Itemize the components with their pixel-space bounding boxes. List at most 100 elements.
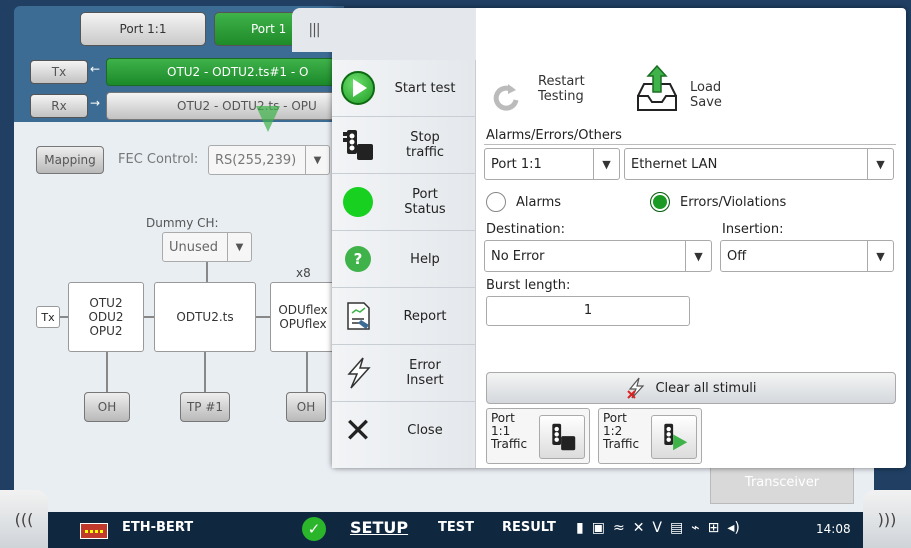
stop-traffic-label: Stop traffic xyxy=(405,130,445,160)
burst-length-label: Burst length: xyxy=(486,278,571,293)
burst-length-input[interactable]: 1 xyxy=(486,296,690,326)
chevron-down-icon: ▼ xyxy=(867,241,893,271)
help-icon: ? xyxy=(340,241,376,277)
load-save-icon[interactable] xyxy=(634,64,680,114)
clear-all-stimuli-button[interactable]: Clear all stimuli xyxy=(486,372,896,404)
report-label: Report xyxy=(403,308,447,324)
fec-control-select[interactable]: RS(255,239) ▼ xyxy=(208,145,330,175)
odu2-label: ODU2 xyxy=(88,310,124,324)
fec-control-label: FEC Control: xyxy=(118,152,199,167)
insertion-select[interactable]: Off ▼ xyxy=(720,240,894,272)
otu2-label: OTU2 xyxy=(89,296,123,310)
dummy-ch-select[interactable]: Unused ▼ xyxy=(162,232,252,262)
oh-button-2[interactable]: OH xyxy=(286,392,326,422)
tp1-button[interactable]: TP #1 xyxy=(180,392,230,422)
rx-signal-bar[interactable]: OTU2 - ODTU2.ts - OPU xyxy=(106,92,336,120)
tab-setup[interactable]: SETUP xyxy=(350,518,408,537)
otu2-box[interactable]: OTU2 ODU2 OPU2 xyxy=(68,282,144,352)
lightning-icon xyxy=(340,355,376,391)
close-label: Close xyxy=(407,423,443,438)
tab-test[interactable]: TEST xyxy=(438,520,474,535)
port-1-1-traffic-label: Port 1:1 Traffic xyxy=(491,411,528,451)
restart-testing-button[interactable]: Restart Testing xyxy=(538,74,598,104)
wifi-icon: ≈ xyxy=(612,520,625,536)
mapping-button[interactable]: Mapping xyxy=(36,146,104,174)
opu2-label: OPU2 xyxy=(89,324,123,338)
oduflex-label: ODUflex xyxy=(278,303,328,317)
error-insert-content: Restart Testing Load Save Alarms/Errors/… xyxy=(476,8,906,468)
tx-button[interactable]: Tx xyxy=(30,60,88,84)
dummy-ch-value: Unused xyxy=(169,239,219,255)
help-button[interactable]: ? Help xyxy=(332,231,476,288)
rx-arrow-icon: → xyxy=(90,96,101,110)
remote-icon: ▤ xyxy=(670,520,684,536)
oduflex-box[interactable]: ODUflex OPUflex xyxy=(270,282,336,352)
port-1-1-traffic-button[interactable]: Port 1:1 Traffic xyxy=(486,408,590,464)
tx-signal-bar[interactable]: OTU2 - ODTU2.ts#1 - O xyxy=(106,58,336,86)
section-title: Alarms/Errors/Others xyxy=(486,128,622,143)
insertion-value: Off xyxy=(727,248,747,264)
tab-result[interactable]: RESULT xyxy=(502,520,556,535)
connector-line xyxy=(204,352,206,392)
stop-traffic-button[interactable]: Stop traffic xyxy=(332,117,476,174)
test-control-panel: Start test Stop traffic Port Status ? He… xyxy=(332,8,906,468)
radio-alarms[interactable]: Alarms xyxy=(486,192,561,212)
rx-button[interactable]: Rx xyxy=(30,94,88,118)
menu-header xyxy=(332,8,476,60)
side-menu: Start test Stop traffic Port Status ? He… xyxy=(332,60,476,468)
close-button[interactable]: ✕ Close xyxy=(332,402,476,459)
layer-select[interactable]: Ethernet LAN ▼ xyxy=(624,148,894,180)
play-icon xyxy=(340,70,376,106)
nav-left-button[interactable]: ((( xyxy=(0,490,48,548)
radio-errors-dot xyxy=(650,192,670,212)
port-status-label: Port Status xyxy=(404,187,446,217)
load-save-button[interactable]: Load Save xyxy=(690,80,730,110)
network-icon: ⊞ xyxy=(707,520,720,536)
radio-alarms-label: Alarms xyxy=(516,194,562,210)
bluetooth-icon: ✕ xyxy=(632,520,645,536)
port-select-value: Port 1:1 xyxy=(491,156,542,172)
connector-line xyxy=(144,316,154,318)
port-select[interactable]: Port 1:1 ▼ xyxy=(484,148,620,180)
port-1-2-traffic-button[interactable]: Port 1:2 Traffic xyxy=(598,408,702,464)
dummy-ch-label: Dummy CH: xyxy=(146,216,219,230)
system-tray: ▮ ▣ ≈ ✕ V ▤ ⌁ ⊞ ◂) xyxy=(576,520,740,536)
chevron-down-icon: ▼ xyxy=(305,146,329,174)
restart-icon[interactable] xyxy=(490,80,524,114)
port-1-2-traffic-label: Port 1:2 Traffic xyxy=(603,411,640,451)
port-status-button[interactable]: Port Status xyxy=(332,174,476,231)
clear-stimuli-icon xyxy=(627,377,645,399)
close-icon: ✕ xyxy=(343,410,373,451)
report-button[interactable]: Report xyxy=(332,288,476,345)
tx-port-box: Tx xyxy=(36,306,60,328)
left-panel-handle-icon[interactable]: ||| xyxy=(292,8,336,52)
usb-icon: ⌁ xyxy=(691,520,700,536)
destination-select[interactable]: No Error ▼ xyxy=(484,240,712,272)
radio-alarms-dot xyxy=(486,192,506,212)
error-insert-button[interactable]: Error Insert xyxy=(332,345,476,402)
volume-icon: ◂) xyxy=(727,520,740,536)
radio-errors-violations[interactable]: Errors/Violations xyxy=(650,192,786,212)
tab-port-1[interactable]: Port 1 xyxy=(214,12,304,46)
chevron-down-icon: ▼ xyxy=(227,233,251,261)
opuflex-label: OPUflex xyxy=(279,317,327,331)
tab-port-1-1[interactable]: Port 1:1 xyxy=(80,12,206,46)
app-name: ETH-BERT xyxy=(122,520,194,535)
odtu2-box[interactable]: ODTU2.ts xyxy=(154,282,256,352)
destination-label: Destination: xyxy=(486,222,565,237)
destination-value: No Error xyxy=(491,248,545,264)
check-status-icon: ✓ xyxy=(302,517,326,541)
start-test-button[interactable]: Start test xyxy=(332,60,476,117)
traffic-light-stop-icon xyxy=(539,415,585,459)
clock: 14:08 xyxy=(816,522,851,536)
connector-line xyxy=(206,262,208,282)
chevron-down-icon: ▼ xyxy=(867,149,893,179)
oh-button-1[interactable]: OH xyxy=(84,392,130,422)
insertion-label: Insertion: xyxy=(722,222,784,237)
app-icon xyxy=(80,523,108,539)
start-test-label: Start test xyxy=(394,80,456,96)
chevron-down-icon: ▼ xyxy=(593,149,619,179)
tx-arrow-icon: ← xyxy=(90,62,101,76)
nav-right-button[interactable]: ))) xyxy=(863,490,911,548)
multiplier-label: x8 xyxy=(296,266,311,280)
